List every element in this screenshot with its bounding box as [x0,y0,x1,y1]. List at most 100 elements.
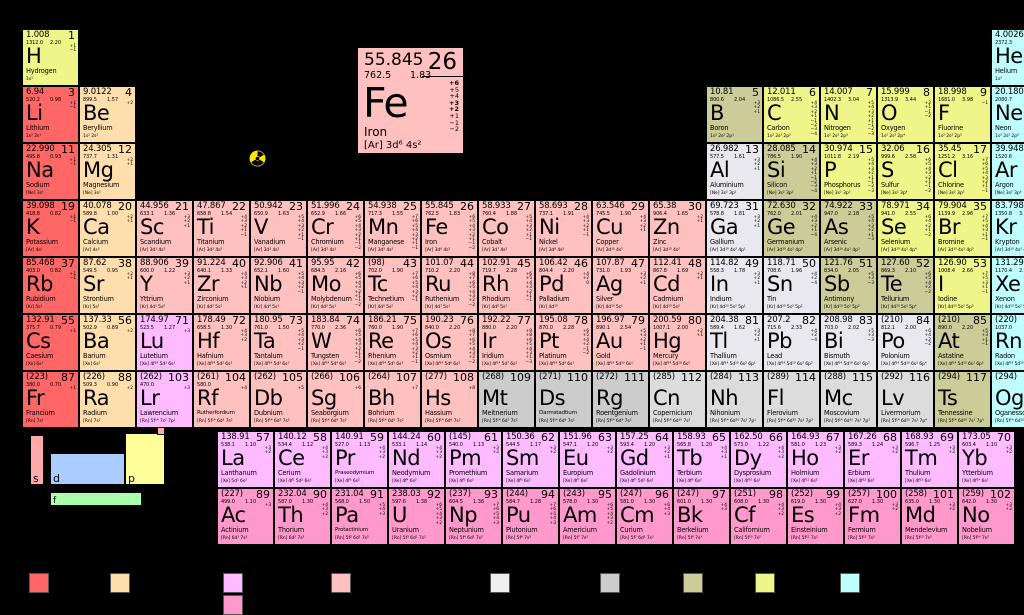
element-cell-ca[interactable]: 40.078 20 589.8 1.00 +2 +1 Ca Calcium [Ar] 4s² [79,200,136,257]
element-cell-db[interactable]: (262) 105 +5 Db Dubnium [Rn] 5f¹⁴ 6d³ 7s² [250,371,307,428]
element-cell-ba[interactable]: 137.33 56 502.9 0.89 +2 Ba Barium [Xe] 6s² [79,314,136,371]
element-cell-sn[interactable]: 118.71 50 708.6 1.96 +4 +2 −4 Sn Tin [Kr] 4d¹⁰ 5s… [763,257,820,314]
element-cell-sm[interactable]: 150.36 62 544.5 1.17 +3 +2 Sm Samarium [Xe] 4f⁶ … [502,431,559,488]
element-cell-tc[interactable]: (98) 43 702.0 1.90 +7 +6 +5 +4 +3 +2 −1 Tc Technetiu… [364,257,421,314]
element-cell-cd[interactable]: 112.41 48 867.8 1.69 +2 +1 Cd Cadmium [Kr] 4d¹⁰ … [649,257,706,314]
element-cell-es[interactable]: (252) 99 619.0 1.30 +4 +3 +2 Es Einsteinium [Rn] … [787,488,844,545]
element-cell-na[interactable]: 22.990 11 495.8 0.93 +1 −1 Na Sodium [Ne] 3s¹ [22,143,79,200]
element-cell-nb[interactable]: 92.906 41 652.1 1.60 +5 +4 +3 +2 −1 Nb Niobium [Kr]… [250,257,307,314]
element-cell-os[interactable]: 190.23 76 840.0 2.20 +8 +7 +6 +5 +4 +3 +2 −2 Os Osmiu… [421,314,478,371]
element-cell-bh[interactable]: (264) 107 +7 Bh Bohrium [Rn] 5f¹⁴ 6d⁵ 7s² [364,371,421,428]
element-cell-as[interactable]: 74.922 33 947.0 2.18 +5 +4 +3 +2 +1 −3 As Arsenic [A… [820,200,877,257]
element-cell-hf[interactable]: 178.49 72 658.5 1.30 +4 +3 +2 Hf Hafnium [Xe] 4f¹… [193,314,250,371]
element-cell-sb[interactable]: 121.76 51 834.0 2.05 +5 +3 −3 Sb Antimony [Kr] 4d… [820,257,877,314]
element-cell-ds[interactable]: (271) 110 Ds Darmstadtium [Rn] 5f¹⁴ 6d⁸ 7s² [535,371,592,428]
element-cell-mg[interactable]: 24.305 12 737.7 1.31 +2 +1 Mg Magnesium [Ne] 3s² [79,143,136,200]
category-swatch-alkaline-earth-metal[interactable] [110,573,130,593]
element-cell-ho[interactable]: 164.93 67 581.0 1.23 +3 +2 Ho Holmium [Xe] 4f¹¹ … [787,431,844,488]
element-cell-rf[interactable]: (261) 104 580.0 +4 Rf Rutherfordium [Rn] 5f¹⁴ … [193,371,250,428]
element-cell-pd[interactable]: 106.42 46 804.4 2.20 +4 +2 0 Pd Palladium [Kr] 4d… [535,257,592,314]
element-cell-pr[interactable]: 140.91 59 527.0 1.13 +4 +3 +2 Pr Praseodymium [Xe… [331,431,388,488]
category-swatch-post-transition-metal[interactable] [490,573,510,593]
element-cell-no[interactable]: (259) 102 642.0 1.30 +3 +2 No Nobelium [Rn] 5f¹⁴… [958,488,1015,545]
element-cell-ir[interactable]: 192.22 77 880.0 2.20 +9 +8 +6 +5 +4 +3 +1 −3 Ir Iridi… [478,314,535,371]
category-swatch-transition-metal[interactable] [331,573,351,593]
element-cell-y[interactable]: 88.906 39 600.0 1.22 +3 +2 +1 Y Yttrium [Kr] 4d¹ … [136,257,193,314]
element-cell-bk[interactable]: (247) 97 601.0 1.30 +4 +3 Bk Berkelium [Rn] 5f⁹ … [673,488,730,545]
element-cell-li[interactable]: 6.94 3 520.2 0.98 +1 −1 Li Lithium 1s² 2s¹ [22,86,79,143]
element-cell-fe[interactable]: 55.845 26 762.5 1.83 +6 +5 +4 +3 +2 +1 −1 −2 Fe Iron[… [421,200,478,257]
element-cell-re[interactable]: 186.21 75 760.0 1.90 +7 +6 +5 +4 +3 +2 +1 −1 Re Rheni… [364,314,421,371]
element-cell-ta[interactable]: 180.95 73 761.0 1.50 +5 +4 +3 +2 −1 Ta Tantalum [Xe… [250,314,307,371]
element-cell-he[interactable]: 4.002622372.3HeHelium1s² [991,29,1024,86]
element-cell-pm[interactable]: (145) 61 540.0 1.13 +3 +2 Pm Promethium [Xe] 4f⁵… [445,431,502,488]
element-cell-ce[interactable]: 140.12 58 534.4 1.12 +4 +3 +2 Ce Cerium [Xe] 4f¹ … [274,431,331,488]
element-cell-po[interactable]: (210) 84 812.1 2.00 +6 +4 +2 −2 Po Polonium [Xe] 4… [877,314,934,371]
element-cell-mc[interactable]: (288) 115 Mc Moscovium [Rn] 5f¹⁴ 6d¹⁰ 7s² 7p… [820,371,877,428]
element-cell-be[interactable]: 9.0122 4 899.5 1.57 +2 Be Beryllium 1s² 2s² [79,86,136,143]
element-cell-xe[interactable]: 131.29541170.42.60+8+6+4+2XeXenon[Kr] 4d… [991,257,1024,314]
element-cell-lu[interactable]: 174.97 71 523.5 1.27 +3 Lu Lutetium [Xe] 4f¹⁴ 5… [136,314,193,371]
element-cell-se[interactable]: 78.971 34 941.0 2.55 +6 +4 +2 +1 −2 Se Selenium [Ar… [877,200,934,257]
element-cell-fm[interactable]: (257) 100 627.0 1.30 +3 +2 Fm Fermium [Rn] 5f¹² … [844,488,901,545]
element-cell-ac[interactable]: (227) 89 499.0 1.10 +3 Ac Actinium [Rn] 6d¹ 7s² [217,488,274,545]
element-cell-md[interactable]: (258) 101 635.0 1.30 +3 +2 Md Mendelevium [Rn] 5… [901,488,958,545]
element-cell-kr[interactable]: 83.798361350.83.00+2KrKrypton[Ar] 3d¹⁰ 4… [991,200,1024,257]
element-cell-ar[interactable]: 39.948181520.6ArArgon[Ne] 3s² 3p⁶ [991,143,1024,200]
element-cell-pa[interactable]: 231.04 91 568.0 1.50 +5 +4 +3 Pa Protactinium [Rn… [331,488,388,545]
element-cell-sg[interactable]: (266) 106 +6 Sg Seaborgium [Rn] 5f¹⁴ 6d⁴ 7s² [307,371,364,428]
element-cell-pt[interactable]: 195.08 78 870.0 2.28 +6 +5 +4 +2 −1 −2 Pt Platinum[… [535,314,592,371]
category-swatch-noble-gas[interactable] [840,573,860,593]
element-cell-og[interactable]: (294)118OgOganesson[Rn] 5f¹⁴ 6d¹⁰ 7s² 7p… [991,371,1024,428]
element-cell-k[interactable]: 39.098 19 418.8 0.82 +1 −1 K Potassium [Ar] 4s¹ [22,200,79,257]
element-cell-np[interactable]: (237) 93 604.5 1.36 +7 +6 +5 +4 +3 Np Neptunium [Rn… [445,488,502,545]
element-cell-mo[interactable]: 95.95 42 684.3 2.16 +6 +5 +4 +3 +2 +1 −1 −2 Mo Molybd… [307,257,364,314]
element-cell-la[interactable]: 138.91 57 538.1 1.10 +3 +2 La Lanthanum [Xe] 5d¹… [217,431,274,488]
detail-element-card[interactable]: 55.845 26 762.5 1.83 +6 +5 +4 +3 +2 +1 −1 −2 Fe… [352,47,471,154]
element-cell-ga[interactable]: 69.723 31 578.8 1.81 +3 +2 +1 Ga Gallium [Ar] 3d¹… [706,200,763,257]
element-cell-sc[interactable]: 44.956 21 633.1 1.36 +3 +2 +1 Sc Scandium [Ar] 3d… [136,200,193,257]
element-cell-fr[interactable]: (223) 87 380.0 0.70 +1 Fr Francium [Rn] 7s¹ [22,371,79,428]
element-cell-hg[interactable]: 200.59 80 1007.1 2.00 +2 +1 Hg Mercury [Xe] 4f¹⁴… [649,314,706,371]
element-cell-yb[interactable]: 173.05 70 603.4 1.10 +3 +2 Yb Ytterbium [Xe] 4f¹… [958,431,1015,488]
element-cell-rh[interactable]: 102.91 45 719.7 2.28 +6 +5 +4 +3 +2 +1 −1 Rh Rhodium… [478,257,535,314]
category-swatch-unknown[interactable] [600,573,620,593]
element-cell-n[interactable]: 14.007 7 1402.3 3.04 +5 +4 +3 +2 +1 −1 −2 −3 N Nitrog… [820,86,877,143]
element-cell-ni[interactable]: 58.693 28 737.1 1.91 +4 +3 +2 +1 −1 Ni Nickel [Ar] … [535,200,592,257]
element-cell-ra[interactable]: (226) 88 509.3 0.90 +2 Ra Radium [Rn] 7s² [79,371,136,428]
element-cell-cn[interactable]: (285) 112 Cn Copernicium [Rn] 5f¹⁴ 6d¹⁰ 7s² [649,371,706,428]
element-cell-f[interactable]: 18.998 9 1681.0 3.98 −1 F Fluorine 1s² 2s² 2p⁵ [934,86,991,143]
element-cell-tl[interactable]: 204.38 81 589.4 1.62 +3 +2 +1 Tl Thallium [Xe] 4f… [706,314,763,371]
element-cell-ts[interactable]: (294) 117 Ts Tennessine [Rn] 5f¹⁴ 6d¹⁰ 7s² 7… [934,371,991,428]
category-swatch-reactive-nonmetal[interactable] [755,573,775,593]
element-cell-ne[interactable]: 20.180102080.7NeNeon1s² 2s² 2p⁶ [991,86,1024,143]
element-cell-cr[interactable]: 51.996 24 652.9 1.66 +6 +5 +4 +3 +2 +1 −1 −2 Cr Chrom… [307,200,364,257]
element-cell-te[interactable]: 127.60 52 869.3 2.10 +6 +5 +4 +2 −2 Te Tellurium [K… [877,257,934,314]
element-cell-eu[interactable]: 151.96 63 547.1 1.20 +3 +2 Eu Europium [Xe] 4f⁷ … [559,431,616,488]
element-cell-au[interactable]: 196.97 79 890.1 2.54 +5 +3 +2 +1 −1 Au Gold [Xe] 4f… [592,314,649,371]
element-cell-p[interactable]: 30.974 15 1011.8 2.19 +5 +4 +3 +2 +1 −1 −2 −3 P Phosp… [820,143,877,200]
element-cell-rg[interactable]: (272) 111 Rg Roentgenium [Rn] 5f¹⁴ 6d⁹ 7s² [592,371,649,428]
element-cell-mt[interactable]: (268) 109 Mt Meitnerium [Rn] 5f¹⁴ 6d⁷ 7s² [478,371,535,428]
element-cell-ag[interactable]: 107.87 47 731.0 1.93 +3 +2 +1 Ag Silver [Kr] 4d¹⁰… [592,257,649,314]
element-cell-sr[interactable]: 87.62 38 549.5 0.95 +2 +1 Sr Strontium [Kr] 5s² [79,257,136,314]
element-cell-rn[interactable]: (220)861037.0+6+2RnRadon[Xe] 4f¹⁴ 5d¹⁰ 6… [991,314,1024,371]
element-cell-cf[interactable]: (251) 98 608.0 1.30 +4 +3 +2 Cf Californium [Rn] … [730,488,787,545]
element-cell-ti[interactable]: 47.867 22 658.8 1.54 +4 +3 +2 +1 −1 Ti Titanium [Ar… [193,200,250,257]
element-cell-am[interactable]: (243) 95 578.0 1.30 +6 +5 +4 +3 +2 Am Americium [Rn… [559,488,616,545]
element-cell-al[interactable]: 26.982 13 577.5 1.61 +3 +2 +1 Al Aluminium [Ne] 3… [706,143,763,200]
element-cell-in[interactable]: 114.82 49 558.3 1.78 +3 +2 +1 In Indium [Kr] 4d¹⁰… [706,257,763,314]
element-cell-mn[interactable]: 54.938 25 717.3 1.55 +7 +6 +5 +4 +3 +2 +1 −1 Mn Manga… [364,200,421,257]
element-cell-lr[interactable]: (262) 103 470.0 +3 Lr Lawrencium [Rn] 5f¹⁴ 7s²… [136,371,193,428]
element-cell-i[interactable]: 126.90 53 1008.4 2.66 +7 +5 +3 +1 −1 I Iodine [Kr] … [934,257,991,314]
element-cell-th[interactable]: 232.04 90 587.0 1.30 +4 +3 +2 Th Thorium [Rn] 6d²… [274,488,331,545]
element-cell-s[interactable]: 32.06 16 999.6 2.58 +6 +5 +4 +3 +2 +1 −1 −2 S Sulfur[… [877,143,934,200]
element-cell-ru[interactable]: 101.07 44 710.2 2.20 +8 +7 +6 +5 +4 +3 +2 −2 Ru Ruthe… [421,257,478,314]
element-cell-cl[interactable]: 35.45 17 1251.2 3.16 +7 +6 +5 +4 +3 +2 +1 −1 Cl Chlor… [934,143,991,200]
category-swatch-actinide[interactable] [223,595,243,615]
element-cell-b[interactable]: 10.81 5 800.6 2.04 +3 +2 +1 B Boron 1s² 2s² 2p¹ [706,86,763,143]
element-cell-h[interactable]: 1.008 1 1312.0 2.20 +1 −1 H Hydrogen 1s¹ [22,29,79,86]
element-cell-si[interactable]: 28.085 14 786.5 1.90 +4 +3 +2 +1 −1 −2 −3 −4 Si Silic… [763,143,820,200]
category-swatch-alkali-metal[interactable] [29,573,49,593]
element-cell-rb[interactable]: 85.468 37 403.0 0.82 +1 −1 Rb Rubidium [Kr] 5s¹ [22,257,79,314]
